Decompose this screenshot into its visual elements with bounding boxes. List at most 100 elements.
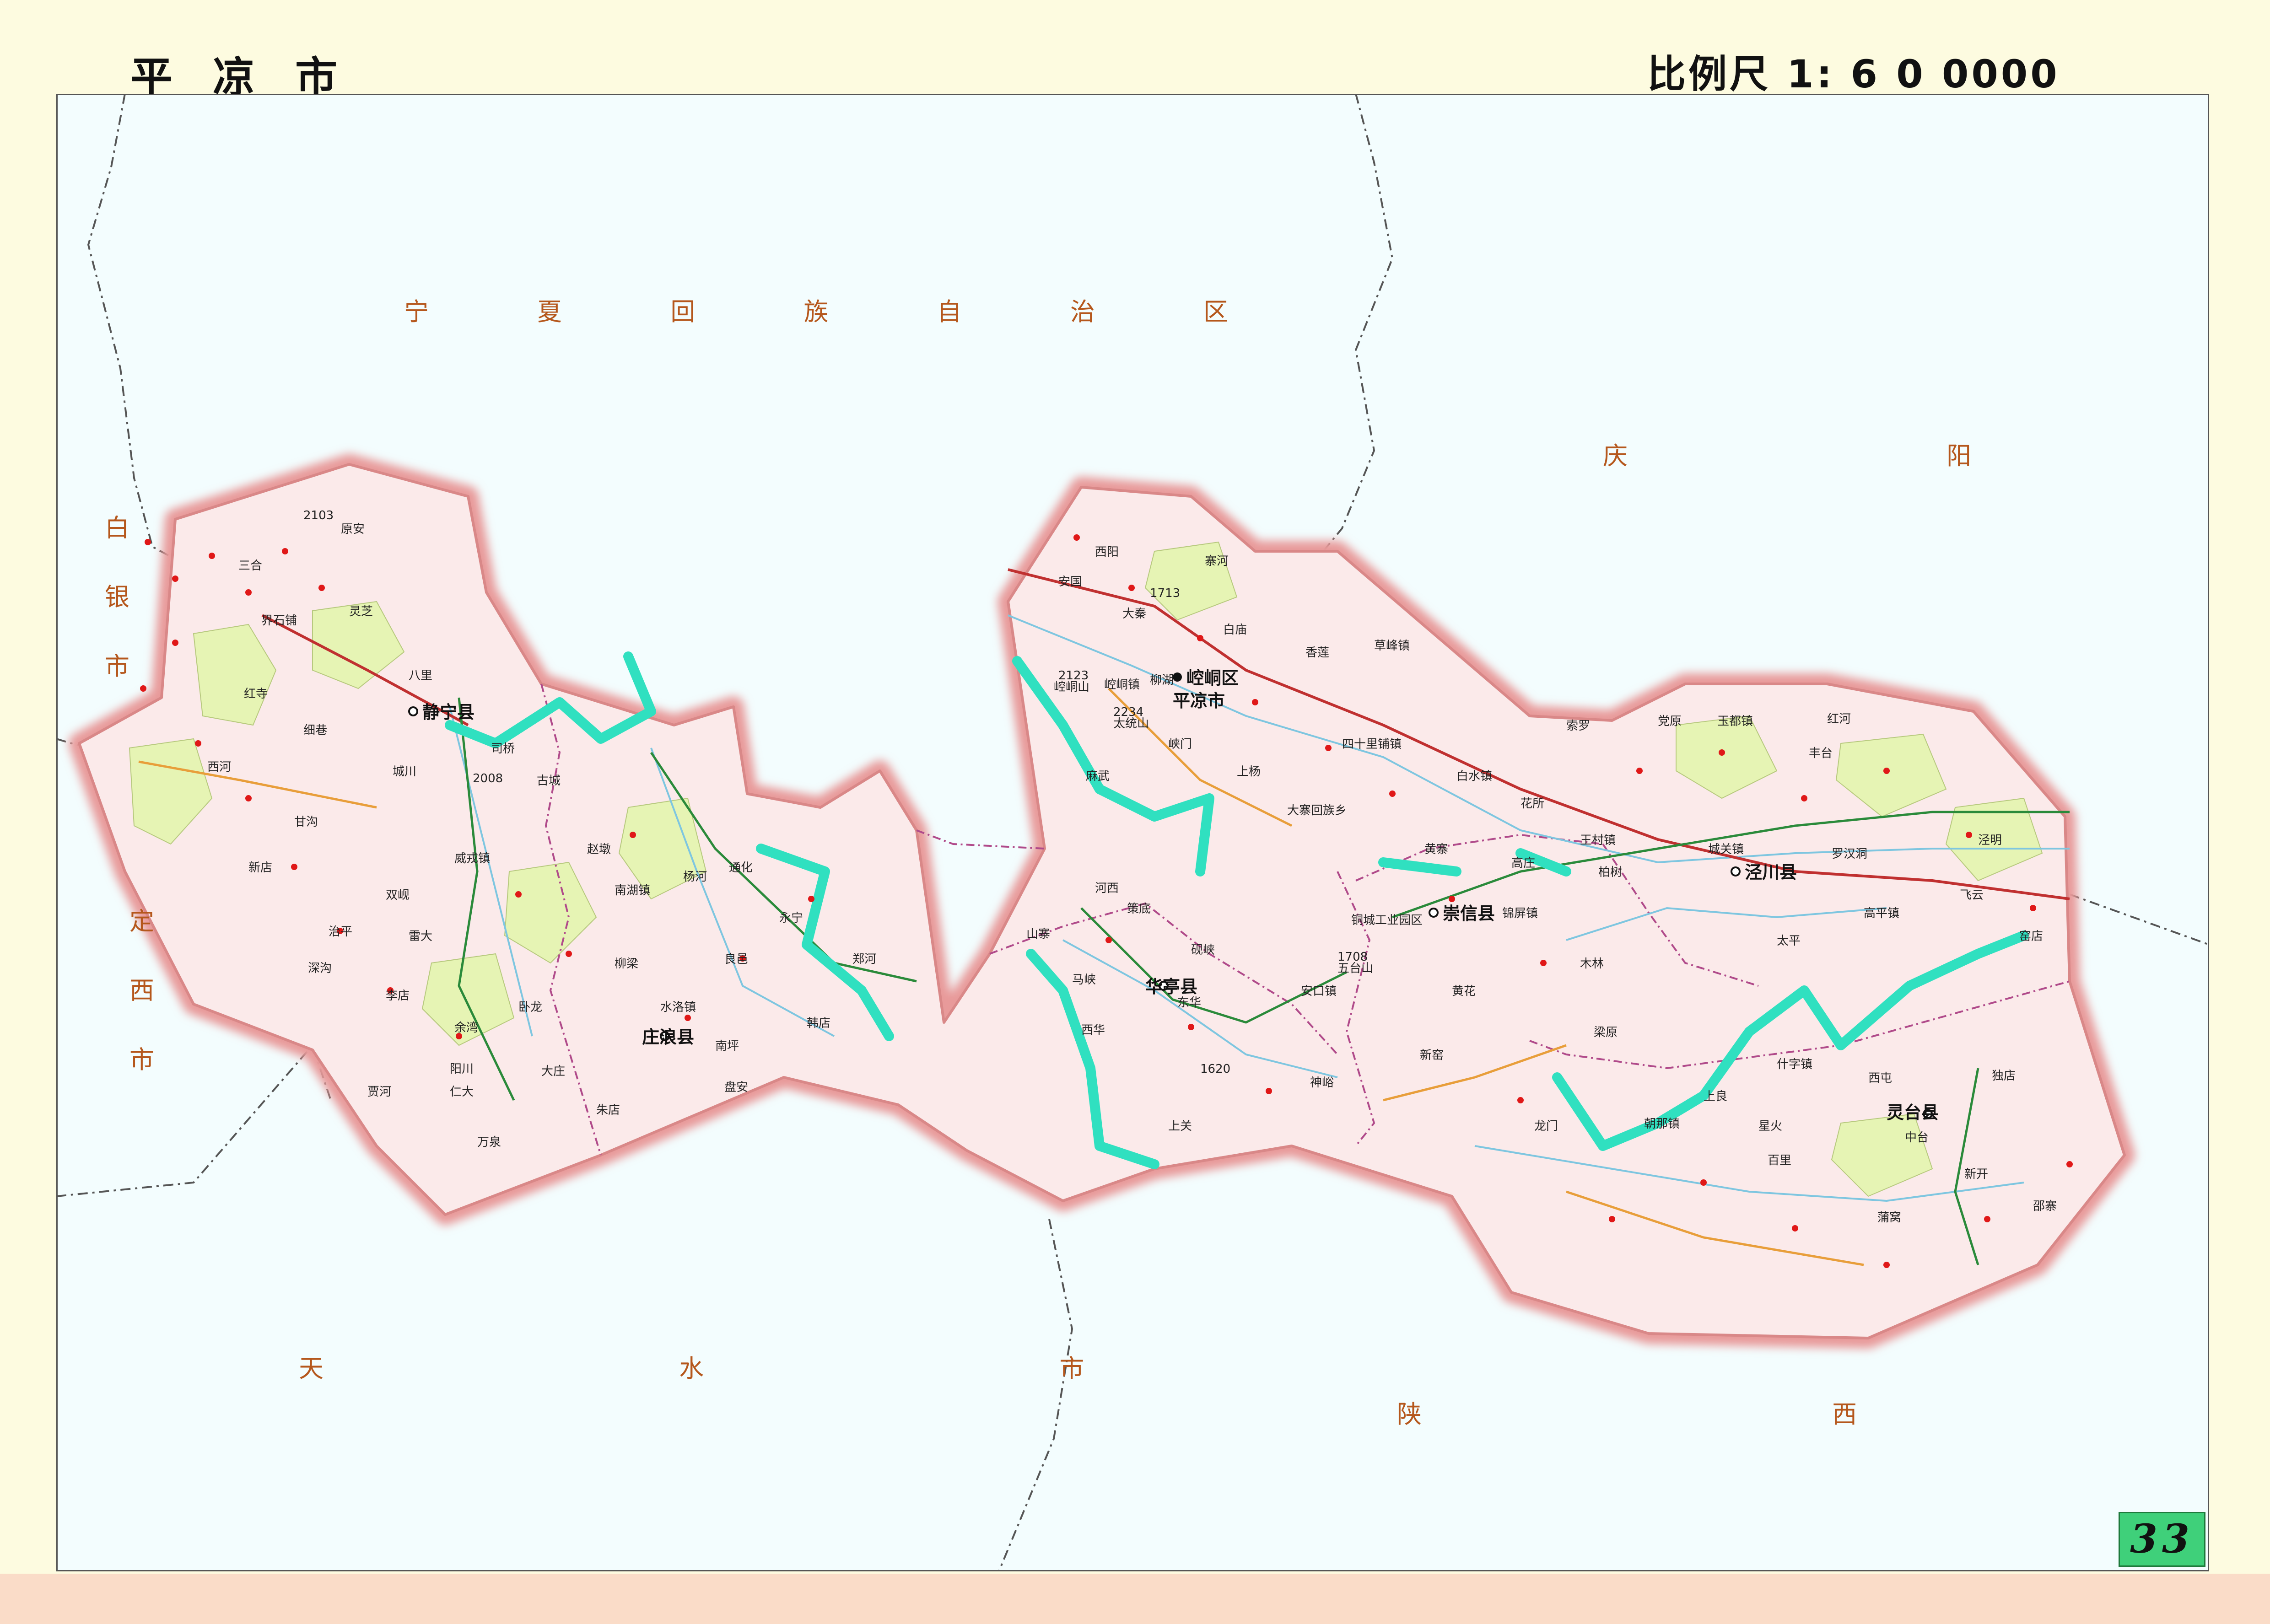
town-label: 花所 xyxy=(1521,797,1544,811)
village-dot xyxy=(2030,905,2036,911)
town-label: 柳湖 xyxy=(1150,673,1174,687)
label-baiyin: 白 银 市 xyxy=(101,515,129,696)
town-label: 城关镇 xyxy=(1708,843,1744,856)
town-label: 红河 xyxy=(1827,712,1851,726)
town-label: 飞云 xyxy=(1960,888,1984,902)
town-label: 木林 xyxy=(1580,957,1604,971)
town-label: 上良 xyxy=(1704,1090,1727,1103)
town-label: 新店 xyxy=(248,861,272,875)
town-label: 西河 xyxy=(207,760,231,774)
town-label: 上杨 xyxy=(1237,765,1261,779)
town-label: 细巷 xyxy=(303,724,327,737)
label-zhuanglang: 庄浪县 xyxy=(642,1027,694,1047)
town-label: 窑店 xyxy=(2019,930,2043,943)
seat-marker xyxy=(1173,672,1182,682)
footer-band xyxy=(0,1574,2270,1624)
label-lingtai: 灵台县 xyxy=(1887,1102,1939,1123)
village-dot xyxy=(172,575,178,582)
town-label: 李店 xyxy=(386,989,410,1003)
seat-marker xyxy=(408,706,418,716)
village-dot xyxy=(1252,699,1258,705)
boundary-south xyxy=(998,1219,1073,1571)
town-label: 东华 xyxy=(1177,996,1201,1010)
village-dot xyxy=(140,685,146,692)
town-label: 西华 xyxy=(1081,1023,1105,1037)
label-ningxia: 宁 夏 回 族 自 治 区 xyxy=(404,297,1278,326)
town-label: 高平镇 xyxy=(1864,907,1899,920)
town-label: 大寨回族乡 xyxy=(1287,804,1347,817)
town-label: 索罗 xyxy=(1566,719,1590,733)
village-dot xyxy=(209,553,215,559)
seat-marker xyxy=(1429,908,1439,918)
town-label: 韩店 xyxy=(807,1016,830,1030)
village-dot xyxy=(1325,745,1332,751)
town-label: 玉都镇 xyxy=(1717,715,1753,728)
town-label: 锦屏镇 xyxy=(1502,907,1538,920)
town-label: 南坪 xyxy=(715,1039,739,1053)
peak-label: 2103 xyxy=(303,509,334,522)
boundary-west-north xyxy=(87,94,203,575)
town-label: 司桥 xyxy=(491,742,515,756)
village-dot xyxy=(808,896,814,902)
peak-label: 崆峒山 xyxy=(1054,680,1089,694)
town-label: 黄花 xyxy=(1452,984,1476,998)
town-label: 星火 xyxy=(1758,1119,1782,1133)
village-dot xyxy=(1609,1216,1615,1222)
map-canvas[interactable]: 宁 夏 回 族 自 治 区 庆 阳 市 白 银 市 定 西 市 天 水 市 陕 … xyxy=(56,94,2209,1571)
town-label: 余湾 xyxy=(454,1021,478,1035)
village-dot xyxy=(1128,585,1135,591)
town-label: 水洛镇 xyxy=(660,1000,696,1014)
town-label: 龙门 xyxy=(1534,1119,1558,1133)
town-label: 崆峒镇 xyxy=(1104,678,1140,692)
town-label: 西阳 xyxy=(1095,545,1119,559)
label-kongtong-district: 崆峒区 xyxy=(1186,668,1239,688)
town-label: 治平 xyxy=(329,925,352,939)
village-dot xyxy=(318,585,325,591)
town-label: 良邑 xyxy=(724,952,748,966)
town-label: 邵寨 xyxy=(2033,1199,2057,1213)
peak-label: 太统山 xyxy=(1113,717,1149,731)
town-label: 新开 xyxy=(1964,1167,1988,1181)
town-label: 通化 xyxy=(729,861,753,875)
town-label: 山寨 xyxy=(1026,927,1050,941)
boundary-north-central xyxy=(1300,94,1394,580)
town-label: 朝那镇 xyxy=(1644,1117,1680,1131)
town-label: 河西 xyxy=(1095,882,1119,895)
village-dot xyxy=(515,891,522,898)
town-label: 安国 xyxy=(1058,575,1082,589)
town-label: 深沟 xyxy=(308,962,332,975)
village-dot xyxy=(1266,1088,1272,1094)
town-label: 郑河 xyxy=(852,952,876,966)
town-label: 梁原 xyxy=(1594,1026,1618,1039)
town-label: 仁大 xyxy=(450,1085,474,1099)
town-label: 永宁 xyxy=(779,911,803,925)
village-dot xyxy=(1188,1024,1194,1030)
town-label: 八里 xyxy=(409,669,432,683)
town-label: 杨河 xyxy=(683,870,707,884)
town-label: 西屯 xyxy=(1868,1071,1892,1085)
village-dot xyxy=(195,740,201,747)
town-label: 中台 xyxy=(1905,1131,1929,1145)
boundary-west-south xyxy=(56,1043,332,1197)
town-label: 南湖镇 xyxy=(615,884,650,898)
label-dingxi: 定 西 市 xyxy=(125,908,154,1089)
peak-label: 2008 xyxy=(473,772,503,785)
town-label: 太平 xyxy=(1777,934,1801,948)
page-number-badge: 33 xyxy=(2119,1512,2205,1567)
town-label: 盘安 xyxy=(724,1081,748,1094)
town-label: 阳川 xyxy=(450,1062,474,1076)
village-dot xyxy=(1517,1097,1524,1103)
village-dot xyxy=(566,951,572,957)
town-label: 高庄 xyxy=(1511,856,1535,870)
town-label: 神峪 xyxy=(1310,1076,1334,1090)
village-dot xyxy=(1792,1225,1798,1231)
label-chongxin: 崇信县 xyxy=(1443,903,1495,924)
town-label: 万泉 xyxy=(477,1135,501,1149)
town-label: 柳梁 xyxy=(615,957,638,971)
seat-marker xyxy=(1731,866,1741,877)
town-label: 赵墩 xyxy=(587,843,611,856)
town-label: 古城 xyxy=(537,774,561,788)
town-label: 罗汉洞 xyxy=(1832,847,1867,861)
village-dot xyxy=(245,795,252,801)
label-tianshui: 天 水 市 xyxy=(299,1354,1258,1383)
